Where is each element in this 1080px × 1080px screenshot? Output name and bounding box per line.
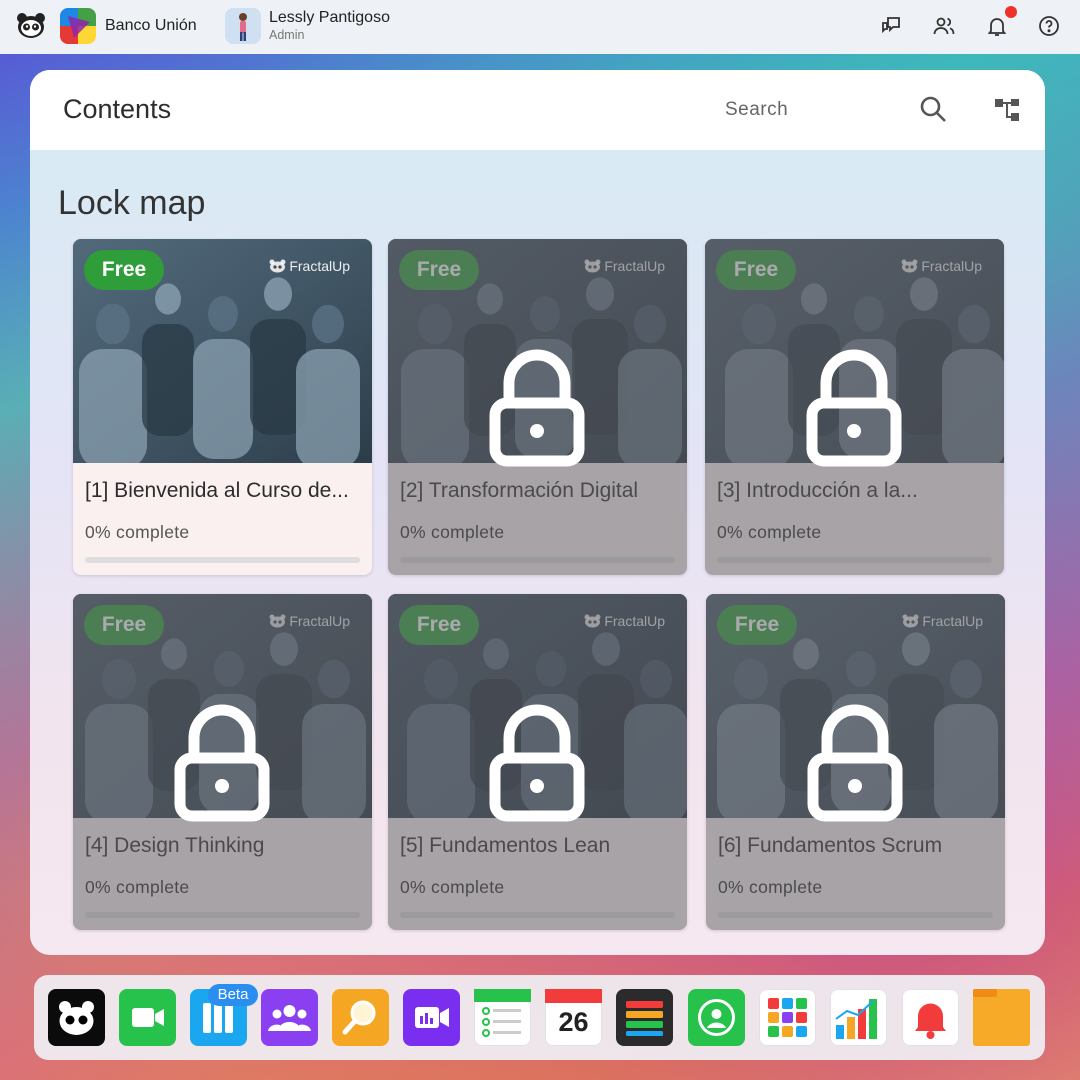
content-card[interactable]: Free FractalUp [1] Bienvenida al Curso d… <box>73 239 372 575</box>
lock-icon <box>806 349 902 467</box>
free-badge: Free <box>84 250 164 290</box>
content-card[interactable]: Free FractalUp [6] Fundamentos Scrum 0% … <box>706 594 1005 930</box>
search-icon[interactable] <box>918 94 948 124</box>
community-icon[interactable] <box>261 989 318 1046</box>
users-icon[interactable] <box>932 14 956 38</box>
content-card[interactable]: Free FractalUp [2] Transformación Digita… <box>388 239 687 575</box>
beta-badge: Beta <box>208 984 258 1006</box>
avatar[interactable] <box>225 8 261 44</box>
content-card[interactable]: Free FractalUp [5] Fundamentos Lean 0% c… <box>388 594 687 930</box>
section-title: Lock map <box>58 184 206 222</box>
user-role: Admin <box>269 28 305 42</box>
calendar-icon[interactable]: 26 <box>545 989 602 1046</box>
search-input[interactable]: Search <box>725 99 788 121</box>
help-icon[interactable] <box>1037 14 1061 38</box>
video-meeting-icon[interactable] <box>403 989 460 1046</box>
progress-label: 0% complete <box>85 522 190 542</box>
app-dock: 26 <box>34 975 1045 1060</box>
folder-icon[interactable] <box>973 989 1030 1046</box>
data-stack-icon[interactable] <box>616 989 673 1046</box>
search-lens-icon[interactable] <box>332 989 389 1046</box>
lock-icon <box>489 704 585 822</box>
top-bar: Banco Unión Lessly Pantigoso Admin <box>0 0 1080 54</box>
bar-chart-icon[interactable] <box>830 989 887 1046</box>
bell-app-icon[interactable] <box>902 989 959 1046</box>
progress-bar <box>85 557 360 563</box>
card-title: [1] Bienvenida al Curso de... <box>85 479 349 502</box>
lock-icon <box>807 704 903 822</box>
fractalup-watermark: FractalUp <box>269 258 350 274</box>
org-logo-icon[interactable] <box>60 8 96 44</box>
notification-dot <box>1005 6 1017 18</box>
content-card[interactable]: Free FractalUp [3] Introducción a la... … <box>705 239 1004 575</box>
lock-icon <box>174 704 270 822</box>
lock-icon <box>489 349 585 467</box>
apps-grid-icon[interactable] <box>759 989 816 1046</box>
checklist-icon[interactable] <box>474 989 531 1046</box>
bell-icon[interactable] <box>985 14 1009 38</box>
org-name[interactable]: Banco Unión <box>105 17 197 35</box>
chat-flag-icon[interactable] <box>879 14 903 38</box>
panda-app-icon[interactable] <box>48 989 105 1046</box>
panda-logo-icon[interactable] <box>16 11 46 41</box>
calendar-day: 26 <box>558 1007 589 1037</box>
page-title: Contents <box>63 94 172 124</box>
tree-view-icon[interactable] <box>994 96 1022 124</box>
contents-panel: Contents Search Lock map Free FractalUp … <box>30 70 1045 955</box>
user-name[interactable]: Lessly Pantigoso <box>269 9 390 27</box>
panel-header: Contents Search <box>30 70 1045 150</box>
content-card[interactable]: Free FractalUp [4] Design Thinking 0% co… <box>73 594 372 930</box>
profile-chat-icon[interactable] <box>688 989 745 1046</box>
video-call-icon[interactable] <box>119 989 176 1046</box>
